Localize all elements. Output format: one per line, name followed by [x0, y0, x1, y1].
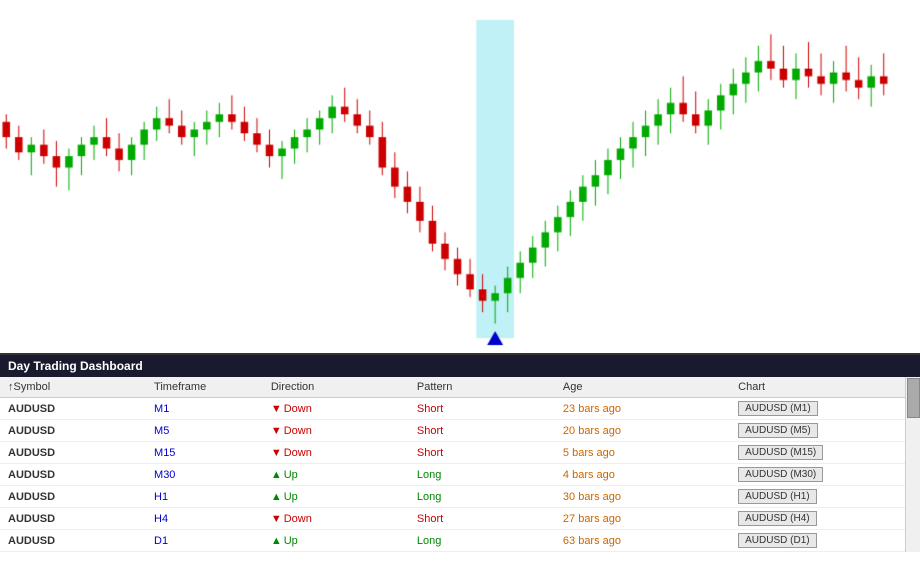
cell-chart[interactable]: AUDUSD (H1) [730, 486, 920, 508]
cell-pattern: Short [409, 508, 555, 530]
cell-age: 5 bars ago [555, 442, 730, 464]
cell-pattern: Long [409, 464, 555, 486]
cell-age: 27 bars ago [555, 508, 730, 530]
cell-age: 30 bars ago [555, 486, 730, 508]
table-row: AUDUSD M15 ▼Down Short 5 bars ago AUDUSD… [0, 442, 920, 464]
col-header-direction: Direction [263, 377, 409, 398]
cell-direction: ▼Down [263, 442, 409, 464]
cell-chart[interactable]: AUDUSD (H4) [730, 508, 920, 530]
cell-pattern: Short [409, 420, 555, 442]
up-arrow-icon: ▲ [271, 491, 282, 503]
dashboard-header: Day Trading Dashboard [0, 355, 920, 377]
table-wrapper: ↑Symbol Timeframe Direction Pattern Age … [0, 377, 920, 552]
cell-age: 23 bars ago [555, 398, 730, 420]
cell-chart[interactable]: AUDUSD (M1) [730, 398, 920, 420]
chart-button[interactable]: AUDUSD (M5) [738, 423, 818, 438]
down-arrow-icon: ▼ [271, 403, 282, 415]
col-header-chart: Chart [730, 377, 920, 398]
cell-symbol: AUDUSD [0, 442, 146, 464]
cell-age: 20 bars ago [555, 420, 730, 442]
table-row: AUDUSD M30 ▲Up Long 4 bars ago AUDUSD (M… [0, 464, 920, 486]
cell-timeframe: M15 [146, 442, 263, 464]
dashboard-title: Day Trading Dashboard [8, 359, 143, 373]
chart-area: AUDUSD,Daily 0.75595 0.75764 0.75369 0.7… [0, 0, 920, 355]
cell-pattern: Long [409, 486, 555, 508]
candlestick-chart [0, 0, 920, 353]
table-row: AUDUSD H1 ▲Up Long 30 bars ago AUDUSD (H… [0, 486, 920, 508]
cell-direction: ▲Up [263, 530, 409, 552]
cell-timeframe: H1 [146, 486, 263, 508]
table-row: AUDUSD M1 ▼Down Short 23 bars ago AUDUSD… [0, 398, 920, 420]
cell-direction: ▼Down [263, 508, 409, 530]
col-header-timeframe: Timeframe [146, 377, 263, 398]
cell-symbol: AUDUSD [0, 398, 146, 420]
down-arrow-icon: ▼ [271, 425, 282, 437]
table-row: AUDUSD H4 ▼Down Short 27 bars ago AUDUSD… [0, 508, 920, 530]
cell-direction: ▲Up [263, 486, 409, 508]
cell-timeframe: M30 [146, 464, 263, 486]
up-arrow-icon: ▲ [271, 535, 282, 547]
cell-chart[interactable]: AUDUSD (M30) [730, 464, 920, 486]
col-header-age: Age [555, 377, 730, 398]
cell-timeframe: H4 [146, 508, 263, 530]
chart-button[interactable]: AUDUSD (H1) [738, 489, 816, 504]
chart-button[interactable]: AUDUSD (M30) [738, 467, 823, 482]
chart-button[interactable]: AUDUSD (H4) [738, 511, 816, 526]
chart-button[interactable]: AUDUSD (M1) [738, 401, 818, 416]
scrollbar[interactable] [905, 377, 920, 552]
cell-age: 4 bars ago [555, 464, 730, 486]
cell-symbol: AUDUSD [0, 530, 146, 552]
down-arrow-icon: ▼ [271, 447, 282, 459]
table-header-row: ↑Symbol Timeframe Direction Pattern Age … [0, 377, 920, 398]
data-table: ↑Symbol Timeframe Direction Pattern Age … [0, 377, 920, 552]
cell-chart[interactable]: AUDUSD (M5) [730, 420, 920, 442]
table-row: AUDUSD D1 ▲Up Long 63 bars ago AUDUSD (D… [0, 530, 920, 552]
cell-pattern: Short [409, 442, 555, 464]
cell-direction: ▼Down [263, 398, 409, 420]
cell-direction: ▼Down [263, 420, 409, 442]
cell-direction: ▲Up [263, 464, 409, 486]
col-header-symbol: ↑Symbol [0, 377, 146, 398]
scrollbar-thumb[interactable] [907, 378, 920, 418]
up-arrow-icon: ▲ [271, 469, 282, 481]
cell-pattern: Long [409, 530, 555, 552]
table-row: AUDUSD M5 ▼Down Short 20 bars ago AUDUSD… [0, 420, 920, 442]
chart-button[interactable]: AUDUSD (M15) [738, 445, 823, 460]
cell-age: 63 bars ago [555, 530, 730, 552]
cell-pattern: Short [409, 398, 555, 420]
cell-symbol: AUDUSD [0, 508, 146, 530]
cell-chart[interactable]: AUDUSD (D1) [730, 530, 920, 552]
cell-timeframe: M5 [146, 420, 263, 442]
table-body: AUDUSD M1 ▼Down Short 23 bars ago AUDUSD… [0, 398, 920, 552]
col-header-pattern: Pattern [409, 377, 555, 398]
cell-symbol: AUDUSD [0, 486, 146, 508]
cell-symbol: AUDUSD [0, 464, 146, 486]
down-arrow-icon: ▼ [271, 513, 282, 525]
cell-symbol: AUDUSD [0, 420, 146, 442]
cell-timeframe: M1 [146, 398, 263, 420]
chart-button[interactable]: AUDUSD (D1) [738, 533, 816, 548]
cell-timeframe: D1 [146, 530, 263, 552]
cell-chart[interactable]: AUDUSD (M15) [730, 442, 920, 464]
